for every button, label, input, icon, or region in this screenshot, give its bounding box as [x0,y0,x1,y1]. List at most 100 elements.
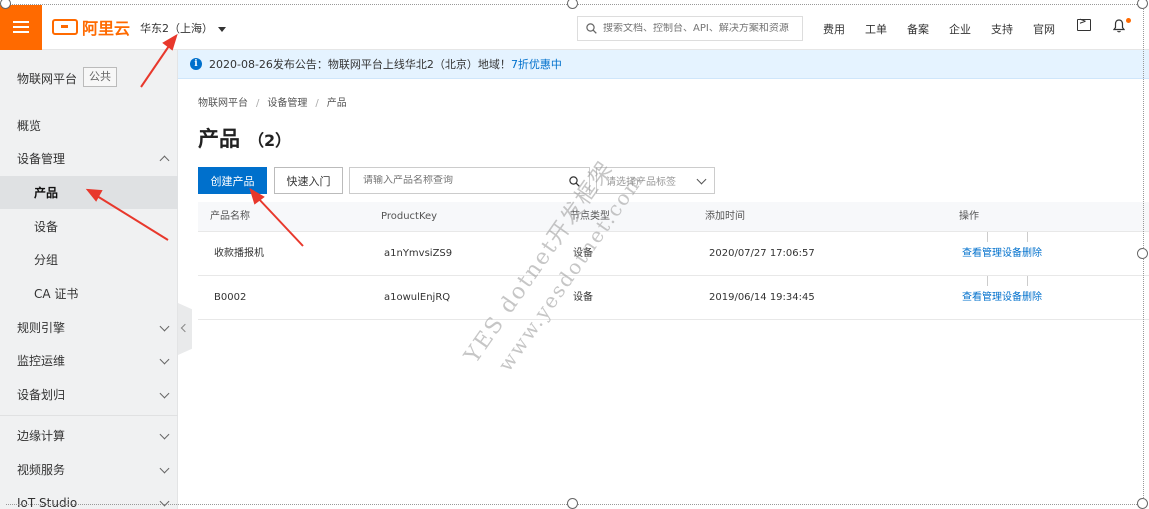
sidebar-item-group[interactable]: 分组 [0,243,178,276]
product-count: （2） [248,131,292,150]
sidebar-item-label: 规则引擎 [17,321,66,335]
row-actions: 查看 管理设备 删除 [962,276,1042,320]
sidebar-item-product[interactable]: 产品 [0,176,178,209]
delete-link[interactable]: 删除 [1022,248,1042,259]
sidebar-item-device[interactable]: 设备 [0,210,178,243]
nav-link-website[interactable]: 官网 [1033,21,1075,37]
resize-handle[interactable] [1137,498,1148,509]
action-divider [1027,232,1028,242]
resize-handle[interactable] [567,498,578,509]
sidebar-item-label: 设备 [34,220,59,234]
chevron-down-icon [159,388,170,399]
sidebar-item-label: IoT Studio [17,495,78,509]
chevron-down-icon [159,321,170,332]
sidebar-item-edge-computing[interactable]: 边缘计算 [0,419,178,452]
sidebar-item-label: 分组 [34,253,59,267]
nav-link-billing[interactable]: 费用 [823,21,865,37]
sidebar: 物联网平台 公共 概览 设备管理 产品 设备 分组 CA 证书 规则引擎 监控运… [0,50,178,509]
breadcrumb: 物联网平台 / 设备管理 / 产品 [198,94,347,109]
sidebar-item-label: CA 证书 [34,287,79,301]
announcement-text: 2020-08-26发布公告：物联网平台上线华北2（北京）地域！ [209,58,511,71]
table-header: 产品名称 ProductKey 节点类型 添加时间 操作 [198,202,1149,232]
column-header-node-type: 节点类型 [570,211,610,222]
created-time: 2019/06/14 19:34:45 [709,292,815,303]
product-name: B0002 [214,292,247,303]
sidebar-collapse-toggle[interactable] [178,303,192,355]
sidebar-item-label: 边缘计算 [17,429,66,443]
sidebar-item-label: 产品 [34,186,59,200]
column-header-productkey: ProductKey [381,211,438,222]
column-header-created-time: 添加时间 [705,211,745,222]
sidebar-item-device-management[interactable]: 设备管理 [0,142,178,175]
sidebar-item-device-assignment[interactable]: 设备划归 [0,378,178,411]
aliyun-logo[interactable]: 阿里云 [52,16,130,38]
column-header-actions: 操作 [959,211,979,222]
global-search[interactable] [577,16,803,41]
column-header-name: 产品名称 [210,211,250,222]
chevron-down-icon [159,354,170,365]
nav-link-icp[interactable]: 备案 [907,21,949,37]
chevron-down-icon [159,463,170,474]
product-key: a1owulEnjRQ [384,292,451,303]
page-title: 产品 （2） [198,123,291,153]
resize-handle[interactable] [1137,248,1148,259]
node-type: 设备 [573,248,593,259]
action-divider [1027,276,1028,286]
global-search-input[interactable] [603,23,793,34]
node-type: 设备 [573,292,593,303]
view-link[interactable]: 查看 [962,248,982,259]
hamburger-menu-button[interactable] [0,5,42,50]
product-search [349,167,590,194]
sidebar-item-monitoring[interactable]: 监控运维 [0,344,178,377]
chevron-left-icon [180,323,190,333]
chevron-down-icon [696,174,707,185]
breadcrumb-separator: / [256,98,260,109]
terminal-icon[interactable] [1077,17,1091,31]
table-row: B0002 a1owulEnjRQ 设备 2019/06/14 19:34:45… [198,276,1149,320]
action-divider [987,276,988,286]
announcement-link[interactable]: 7折优惠中 [511,56,562,72]
product-key: a1nYmvsiZS9 [384,248,453,259]
create-product-button[interactable]: 创建产品 [198,167,267,194]
product-tag-select[interactable]: 请选择产品标签 [596,167,715,194]
sidebar-item-ca-cert[interactable]: CA 证书 [0,277,178,310]
product-tag-placeholder: 请选择产品标签 [606,177,676,188]
top-nav-links: 费用 工单 备案 企业 支持 官网 [823,21,1075,37]
notification-dot [1126,18,1131,23]
table-row: 收款播报机 a1nYmvsiZS9 设备 2020/07/27 17:06:57… [198,232,1149,276]
nav-link-ticket[interactable]: 工单 [865,21,907,37]
product-name: 收款播报机 [214,248,264,259]
sidebar-divider [0,415,178,416]
product-search-input[interactable] [350,175,562,186]
caret-down-icon [218,26,226,32]
sidebar-item-iot-studio[interactable]: IoT Studio [0,486,178,509]
breadcrumb-separator: / [315,98,319,109]
sidebar-item-overview[interactable]: 概览 [0,109,178,142]
search-icon[interactable] [569,176,580,187]
page-title-text: 产品 [198,127,240,151]
nav-link-support[interactable]: 支持 [991,21,1033,37]
created-time: 2020/07/27 17:06:57 [709,248,815,259]
chevron-down-icon [159,429,170,440]
sidebar-item-label: 视频服务 [17,463,66,477]
region-label: 华东2（上海） [140,22,213,35]
sidebar-title: 物联网平台 [17,72,78,86]
info-icon: i [190,58,202,70]
sidebar-item-video-service[interactable]: 视频服务 [0,453,178,486]
search-icon [586,23,597,34]
manage-devices-link[interactable]: 管理设备 [982,248,1022,259]
bell-icon[interactable] [1113,19,1125,33]
manage-devices-link[interactable]: 管理设备 [982,292,1022,303]
breadcrumb-item[interactable]: 物联网平台 [198,98,248,109]
nav-link-enterprise[interactable]: 企业 [949,21,991,37]
view-link[interactable]: 查看 [962,292,982,303]
breadcrumb-item[interactable]: 设备管理 [267,98,307,109]
sidebar-item-label: 设备划归 [17,388,66,402]
region-selector[interactable]: 华东2（上海） [140,20,226,36]
chevron-up-icon [159,155,170,166]
quick-start-button[interactable]: 快速入门 [274,167,343,194]
sidebar-item-rule-engine[interactable]: 规则引擎 [0,311,178,344]
row-actions: 查看 管理设备 删除 [962,232,1042,276]
delete-link[interactable]: 删除 [1022,292,1042,303]
sidebar-item-label: 监控运维 [17,354,66,368]
